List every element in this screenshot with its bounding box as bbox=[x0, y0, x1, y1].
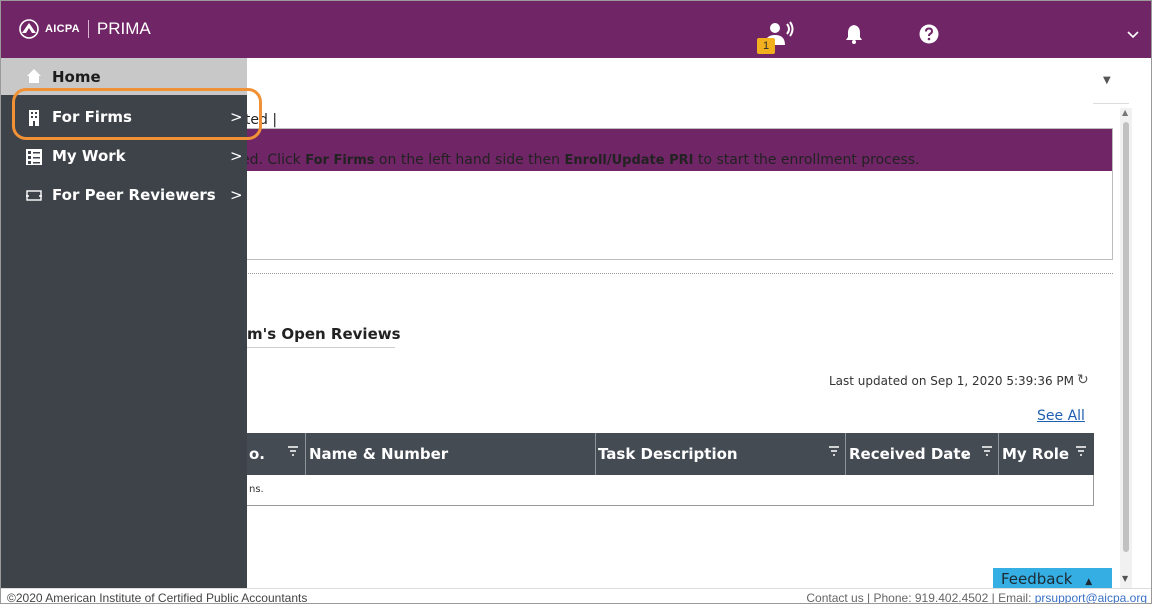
scroll-thumb[interactable] bbox=[1123, 122, 1129, 552]
open-reviews-title: m's Open Reviews bbox=[247, 325, 401, 348]
page-dropdown-toggle[interactable]: ▼ bbox=[1103, 75, 1111, 86]
logo-app-text: PRIMA bbox=[96, 19, 151, 38]
column-separator bbox=[305, 433, 306, 475]
sidebar-item-label: Home bbox=[52, 68, 101, 86]
filter-icon[interactable] bbox=[828, 445, 840, 457]
column-header-name-number[interactable]: Name & Number bbox=[309, 433, 448, 475]
notice-text-mid: on the left hand side then bbox=[374, 152, 565, 168]
filter-icon[interactable] bbox=[287, 445, 299, 457]
bell-icon[interactable] bbox=[845, 24, 863, 44]
chevron-right-icon: > bbox=[230, 186, 243, 204]
chevron-down-icon[interactable] bbox=[1127, 31, 1139, 39]
help-icon[interactable] bbox=[919, 24, 939, 44]
logo-divider bbox=[87, 20, 89, 38]
column-separator bbox=[595, 433, 596, 475]
dropdown-underline bbox=[1093, 103, 1129, 104]
caret-up-icon: ▲ bbox=[1085, 577, 1093, 587]
vertical-scrollbar[interactable]: ▲ ▼ bbox=[1120, 108, 1132, 588]
top-bar: AICPA PRIMA 1 bbox=[1, 1, 1151, 58]
column-separator bbox=[998, 433, 999, 475]
last-updated-text: Last updated on Sep 1, 2020 5:39:36 PM bbox=[829, 374, 1074, 388]
app-window: AICPA PRIMA 1 ▼ ▲ ▼ ited | ed. Click For… bbox=[0, 0, 1152, 604]
chevron-right-icon: > bbox=[230, 147, 243, 165]
notice-enroll-bold: Enroll/Update PRI bbox=[564, 153, 694, 168]
monitor-icon bbox=[26, 190, 42, 201]
column-header-received-date[interactable]: Received Date bbox=[849, 433, 971, 475]
notice-text-suffix: to start the enrollment process. bbox=[693, 152, 920, 168]
column-header-my-role[interactable]: My Role bbox=[1002, 433, 1069, 475]
contact-info: Contact us | Phone: 919.402.4502 | Email… bbox=[806, 591, 1147, 604]
feedback-label: Feedback bbox=[1001, 570, 1073, 588]
sort-desc-icon[interactable]: ⌄ bbox=[959, 433, 969, 475]
sidebar-item-my-work[interactable]: My Work > bbox=[1, 138, 247, 177]
notice-text-prefix: ed. Click bbox=[241, 152, 306, 168]
page-footer: ©2020 American Institute of Certified Pu… bbox=[1, 588, 1151, 604]
contact-text: Contact us | Phone: 919.402.4502 | Email… bbox=[806, 591, 1035, 604]
column-header-no[interactable]: o. bbox=[249, 433, 265, 475]
copyright-text: ©2020 American Institute of Certified Pu… bbox=[7, 591, 308, 604]
column-separator bbox=[845, 433, 846, 475]
support-email-link[interactable]: prsupport@aicpa.org bbox=[1035, 591, 1147, 603]
column-header-task-description[interactable]: Task Description bbox=[598, 433, 738, 475]
empty-table-message: ns. bbox=[249, 484, 264, 495]
notice-for-firms-bold: For Firms bbox=[305, 153, 375, 168]
notice-message: ed. Click For Firms on the left hand sid… bbox=[241, 152, 920, 168]
aicpa-globe-icon bbox=[19, 19, 39, 39]
logo-org-text: AICPA bbox=[45, 23, 80, 35]
sidebar-item-for-peer-reviewers[interactable]: For Peer Reviewers > bbox=[1, 177, 247, 216]
tasks-badge: 1 bbox=[757, 38, 775, 54]
sidebar-item-label: For Peer Reviewers bbox=[52, 186, 216, 204]
scroll-up-arrow[interactable]: ▲ bbox=[1122, 108, 1128, 117]
highlight-annotation bbox=[12, 88, 262, 140]
scroll-down-arrow[interactable]: ▼ bbox=[1122, 574, 1128, 583]
filter-icon[interactable] bbox=[1075, 445, 1087, 457]
filter-icon[interactable] bbox=[981, 445, 993, 457]
app-logo[interactable]: AICPA PRIMA bbox=[17, 19, 151, 39]
see-all-link[interactable]: See All bbox=[1037, 408, 1085, 424]
feedback-button[interactable]: Feedback ▲ bbox=[993, 568, 1112, 590]
refresh-icon[interactable]: ↻ bbox=[1077, 372, 1089, 388]
home-icon bbox=[27, 69, 41, 83]
worklist-icon bbox=[26, 149, 42, 165]
sidebar-item-label: My Work bbox=[52, 147, 126, 165]
